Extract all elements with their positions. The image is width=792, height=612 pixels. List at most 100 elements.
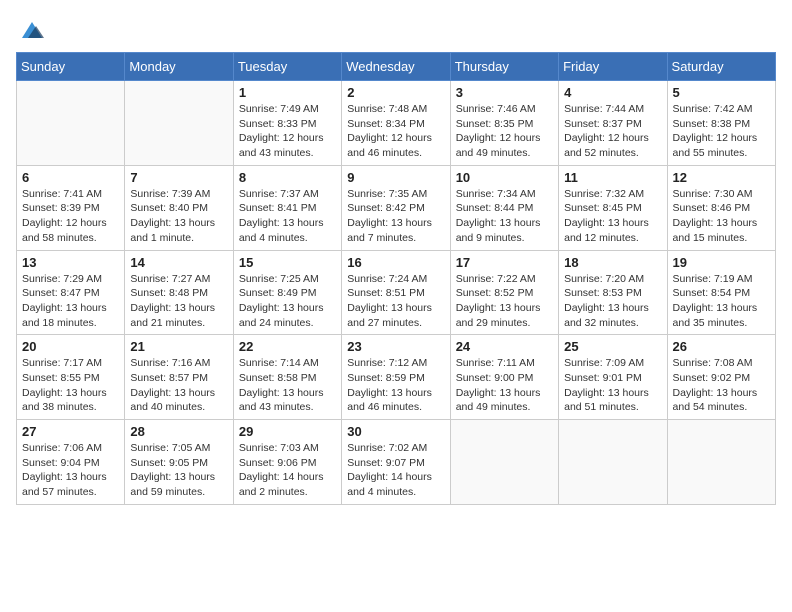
day-number: 26	[673, 339, 770, 354]
cell-info: Sunrise: 7:06 AM Sunset: 9:04 PM Dayligh…	[22, 441, 119, 500]
day-header-friday: Friday	[559, 53, 667, 81]
day-number: 8	[239, 170, 336, 185]
cell-info: Sunrise: 7:20 AM Sunset: 8:53 PM Dayligh…	[564, 272, 661, 331]
calendar-cell: 6 Sunrise: 7:41 AM Sunset: 8:39 PM Daylig…	[17, 165, 125, 250]
cell-info: Sunrise: 7:05 AM Sunset: 9:05 PM Dayligh…	[130, 441, 227, 500]
day-number: 3	[456, 85, 553, 100]
day-number: 30	[347, 424, 444, 439]
day-number: 14	[130, 255, 227, 270]
day-number: 9	[347, 170, 444, 185]
calendar-header-row: SundayMondayTuesdayWednesdayThursdayFrid…	[17, 53, 776, 81]
calendar-cell: 30Sunrise: 7:02 AM Sunset: 9:07 PM Dayli…	[342, 420, 450, 505]
cell-info: Sunrise: 7:39 AM Sunset: 8:40 PM Dayligh…	[130, 187, 227, 246]
cell-info: Sunrise: 7:30 AM Sunset: 8:46 PM Dayligh…	[673, 187, 770, 246]
calendar-cell: 29 Sunrise: 7:03 AM Sunset: 9:06 PM Dayli…	[233, 420, 341, 505]
day-header-sunday: Sunday	[17, 53, 125, 81]
calendar-week-row: 6 Sunrise: 7:41 AM Sunset: 8:39 PM Daylig…	[17, 165, 776, 250]
logo	[16, 16, 46, 44]
cell-info: Sunrise: 7:42 AM Sunset: 8:38 PM Dayligh…	[673, 102, 770, 161]
calendar-cell: 16 Sunrise: 7:24 AM Sunset: 8:51 PM Dayli…	[342, 250, 450, 335]
calendar-cell: 27 Sunrise: 7:06 AM Sunset: 9:04 PM Dayli…	[17, 420, 125, 505]
calendar-cell: 4 Sunrise: 7:44 AM Sunset: 8:37 PM Daylig…	[559, 81, 667, 166]
cell-info: Sunrise: 7:24 AM Sunset: 8:51 PM Dayligh…	[347, 272, 444, 331]
calendar-cell	[450, 420, 558, 505]
day-number: 27	[22, 424, 119, 439]
calendar-cell: 7 Sunrise: 7:39 AM Sunset: 8:40 PM Daylig…	[125, 165, 233, 250]
cell-info: Sunrise: 7:44 AM Sunset: 8:37 PM Dayligh…	[564, 102, 661, 161]
cell-info: Sunrise: 7:17 AM Sunset: 8:55 PM Dayligh…	[22, 356, 119, 415]
cell-info: Sunrise: 7:46 AM Sunset: 8:35 PM Dayligh…	[456, 102, 553, 161]
day-number: 16	[347, 255, 444, 270]
calendar-cell: 14Sunrise: 7:27 AM Sunset: 8:48 PM Dayli…	[125, 250, 233, 335]
calendar-cell: 20 Sunrise: 7:17 AM Sunset: 8:55 PM Dayli…	[17, 335, 125, 420]
calendar-cell	[559, 420, 667, 505]
calendar-week-row: 27 Sunrise: 7:06 AM Sunset: 9:04 PM Dayli…	[17, 420, 776, 505]
cell-info: Sunrise: 7:11 AM Sunset: 9:00 PM Dayligh…	[456, 356, 553, 415]
calendar-cell: 17Sunrise: 7:22 AM Sunset: 8:52 PM Dayli…	[450, 250, 558, 335]
day-number: 17	[456, 255, 553, 270]
calendar-cell: 5 Sunrise: 7:42 AM Sunset: 8:38 PM Daylig…	[667, 81, 775, 166]
cell-info: Sunrise: 7:16 AM Sunset: 8:57 PM Dayligh…	[130, 356, 227, 415]
page-header	[16, 16, 776, 44]
cell-info: Sunrise: 7:03 AM Sunset: 9:06 PM Dayligh…	[239, 441, 336, 500]
cell-info: Sunrise: 7:19 AM Sunset: 8:54 PM Dayligh…	[673, 272, 770, 331]
calendar-cell: 12 Sunrise: 7:30 AM Sunset: 8:46 PM Dayli…	[667, 165, 775, 250]
calendar-cell: 3 Sunrise: 7:46 AM Sunset: 8:35 PM Daylig…	[450, 81, 558, 166]
calendar-cell: 25 Sunrise: 7:09 AM Sunset: 9:01 PM Dayli…	[559, 335, 667, 420]
day-number: 5	[673, 85, 770, 100]
day-number: 12	[673, 170, 770, 185]
calendar-cell: 11 Sunrise: 7:32 AM Sunset: 8:45 PM Dayli…	[559, 165, 667, 250]
day-header-thursday: Thursday	[450, 53, 558, 81]
cell-info: Sunrise: 7:41 AM Sunset: 8:39 PM Dayligh…	[22, 187, 119, 246]
calendar-week-row: 1 Sunrise: 7:49 AM Sunset: 8:33 PM Daylig…	[17, 81, 776, 166]
cell-info: Sunrise: 7:29 AM Sunset: 8:47 PM Dayligh…	[22, 272, 119, 331]
calendar-cell: 8 Sunrise: 7:37 AM Sunset: 8:41 PM Daylig…	[233, 165, 341, 250]
cell-info: Sunrise: 7:08 AM Sunset: 9:02 PM Dayligh…	[673, 356, 770, 415]
day-number: 6	[22, 170, 119, 185]
calendar-week-row: 13 Sunrise: 7:29 AM Sunset: 8:47 PM Dayli…	[17, 250, 776, 335]
calendar-cell: 10 Sunrise: 7:34 AM Sunset: 8:44 PM Dayli…	[450, 165, 558, 250]
cell-info: Sunrise: 7:49 AM Sunset: 8:33 PM Dayligh…	[239, 102, 336, 161]
day-number: 11	[564, 170, 661, 185]
calendar-cell: 24 Sunrise: 7:11 AM Sunset: 9:00 PM Dayli…	[450, 335, 558, 420]
calendar-table: SundayMondayTuesdayWednesdayThursdayFrid…	[16, 52, 776, 505]
day-number: 22	[239, 339, 336, 354]
day-number: 20	[22, 339, 119, 354]
day-number: 2	[347, 85, 444, 100]
cell-info: Sunrise: 7:25 AM Sunset: 8:49 PM Dayligh…	[239, 272, 336, 331]
calendar-cell: 22 Sunrise: 7:14 AM Sunset: 8:58 PM Dayli…	[233, 335, 341, 420]
calendar-cell: 21Sunrise: 7:16 AM Sunset: 8:57 PM Dayli…	[125, 335, 233, 420]
cell-info: Sunrise: 7:14 AM Sunset: 8:58 PM Dayligh…	[239, 356, 336, 415]
calendar-cell: 9Sunrise: 7:35 AM Sunset: 8:42 PM Daylig…	[342, 165, 450, 250]
day-number: 7	[130, 170, 227, 185]
day-number: 10	[456, 170, 553, 185]
day-header-saturday: Saturday	[667, 53, 775, 81]
cell-info: Sunrise: 7:37 AM Sunset: 8:41 PM Dayligh…	[239, 187, 336, 246]
cell-info: Sunrise: 7:09 AM Sunset: 9:01 PM Dayligh…	[564, 356, 661, 415]
calendar-week-row: 20 Sunrise: 7:17 AM Sunset: 8:55 PM Dayli…	[17, 335, 776, 420]
calendar-cell: 18Sunrise: 7:20 AM Sunset: 8:53 PM Dayli…	[559, 250, 667, 335]
day-number: 19	[673, 255, 770, 270]
cell-info: Sunrise: 7:12 AM Sunset: 8:59 PM Dayligh…	[347, 356, 444, 415]
day-number: 13	[22, 255, 119, 270]
logo-icon	[18, 16, 46, 44]
calendar-cell: 26 Sunrise: 7:08 AM Sunset: 9:02 PM Dayli…	[667, 335, 775, 420]
day-header-monday: Monday	[125, 53, 233, 81]
day-number: 25	[564, 339, 661, 354]
cell-info: Sunrise: 7:48 AM Sunset: 8:34 PM Dayligh…	[347, 102, 444, 161]
day-number: 4	[564, 85, 661, 100]
day-number: 24	[456, 339, 553, 354]
calendar-cell: 2 Sunrise: 7:48 AM Sunset: 8:34 PM Daylig…	[342, 81, 450, 166]
calendar-cell	[667, 420, 775, 505]
calendar-cell: 28 Sunrise: 7:05 AM Sunset: 9:05 PM Dayli…	[125, 420, 233, 505]
day-number: 15	[239, 255, 336, 270]
cell-info: Sunrise: 7:34 AM Sunset: 8:44 PM Dayligh…	[456, 187, 553, 246]
day-number: 28	[130, 424, 227, 439]
calendar-cell	[17, 81, 125, 166]
day-header-tuesday: Tuesday	[233, 53, 341, 81]
calendar-cell: 23Sunrise: 7:12 AM Sunset: 8:59 PM Dayli…	[342, 335, 450, 420]
day-number: 29	[239, 424, 336, 439]
day-number: 1	[239, 85, 336, 100]
cell-info: Sunrise: 7:32 AM Sunset: 8:45 PM Dayligh…	[564, 187, 661, 246]
calendar-cell: 19 Sunrise: 7:19 AM Sunset: 8:54 PM Dayli…	[667, 250, 775, 335]
